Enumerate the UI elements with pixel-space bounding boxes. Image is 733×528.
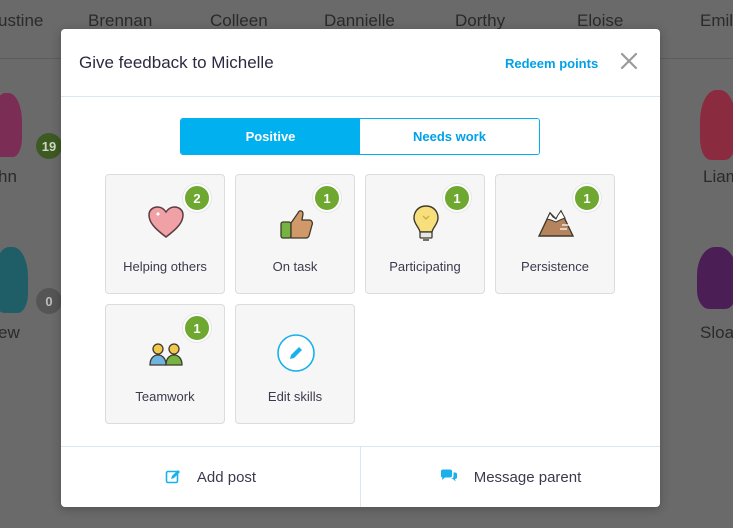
thumbs-up-icon xyxy=(276,203,316,243)
add-post-button[interactable]: Add post xyxy=(61,447,360,507)
feedback-modal: Give feedback to Michelle Redeem points … xyxy=(61,29,660,507)
modal-header: Give feedback to Michelle Redeem points xyxy=(61,29,660,97)
pencil-icon xyxy=(276,333,316,373)
student-avatar[interactable] xyxy=(700,90,733,160)
message-parent-button[interactable]: Message parent xyxy=(360,447,660,507)
skill-points-badge: 1 xyxy=(183,314,211,342)
modal-title: Give feedback to Michelle xyxy=(79,53,274,72)
student-points-badge: 0 xyxy=(36,288,62,314)
add-post-label: Add post xyxy=(196,468,257,486)
skill-tile-teamwork[interactable]: 1 Teamwork xyxy=(105,304,225,424)
team-icon xyxy=(146,333,186,373)
message-parent-label: Message parent xyxy=(473,468,582,486)
student-avatar[interactable] xyxy=(0,93,22,157)
tab-needs-work[interactable]: Needs work xyxy=(360,119,539,154)
student-name[interactable]: ew xyxy=(0,323,20,343)
skill-tile-participating[interactable]: 1 Participating xyxy=(365,174,485,294)
skill-points-badge: 1 xyxy=(313,184,341,212)
student-points-badge: 19 xyxy=(36,133,62,159)
skill-tile-helping-others[interactable]: 2 Helping others xyxy=(105,174,225,294)
redeem-points-link[interactable]: Redeem points xyxy=(505,56,598,71)
modal-footer: Add post Message parent xyxy=(61,446,660,507)
mountain-icon xyxy=(536,203,576,243)
skill-label: On task xyxy=(272,259,318,274)
student-name[interactable]: Brennan xyxy=(88,11,152,31)
student-name[interactable]: Dannielle xyxy=(324,11,395,31)
skill-label: Participating xyxy=(389,259,461,274)
edit-skills-button[interactable]: Edit skills xyxy=(235,304,355,424)
student-name[interactable]: Emil xyxy=(700,11,733,31)
skill-points-badge: 1 xyxy=(573,184,601,212)
student-name[interactable]: Colleen xyxy=(210,11,268,31)
chat-bubbles-icon xyxy=(440,469,458,485)
skill-points-badge: 2 xyxy=(183,184,211,212)
skill-points-badge: 1 xyxy=(443,184,471,212)
student-name[interactable]: Sloa xyxy=(700,323,733,343)
edit-post-icon xyxy=(165,469,181,485)
lightbulb-icon xyxy=(406,203,446,243)
skill-label: Persistence xyxy=(521,259,589,274)
tab-positive[interactable]: Positive xyxy=(181,119,360,154)
student-avatar[interactable] xyxy=(0,247,28,313)
heart-icon xyxy=(146,203,186,243)
skill-label: Teamwork xyxy=(135,389,195,404)
student-avatar[interactable] xyxy=(697,247,733,309)
skill-label: Edit skills xyxy=(267,389,323,404)
student-name[interactable]: Dorthy xyxy=(455,11,505,31)
close-icon[interactable] xyxy=(619,51,639,71)
skill-tile-persistence[interactable]: 1 Persistence xyxy=(495,174,615,294)
student-name[interactable]: ustine xyxy=(0,11,43,31)
skill-tile-on-task[interactable]: 1 On task xyxy=(235,174,355,294)
student-name[interactable]: hn xyxy=(0,167,17,187)
skill-label: Helping others xyxy=(123,259,207,274)
student-name[interactable]: Liam xyxy=(703,167,733,187)
feedback-type-toggle: Positive Needs work xyxy=(180,118,540,155)
student-name[interactable]: Eloise xyxy=(577,11,623,31)
